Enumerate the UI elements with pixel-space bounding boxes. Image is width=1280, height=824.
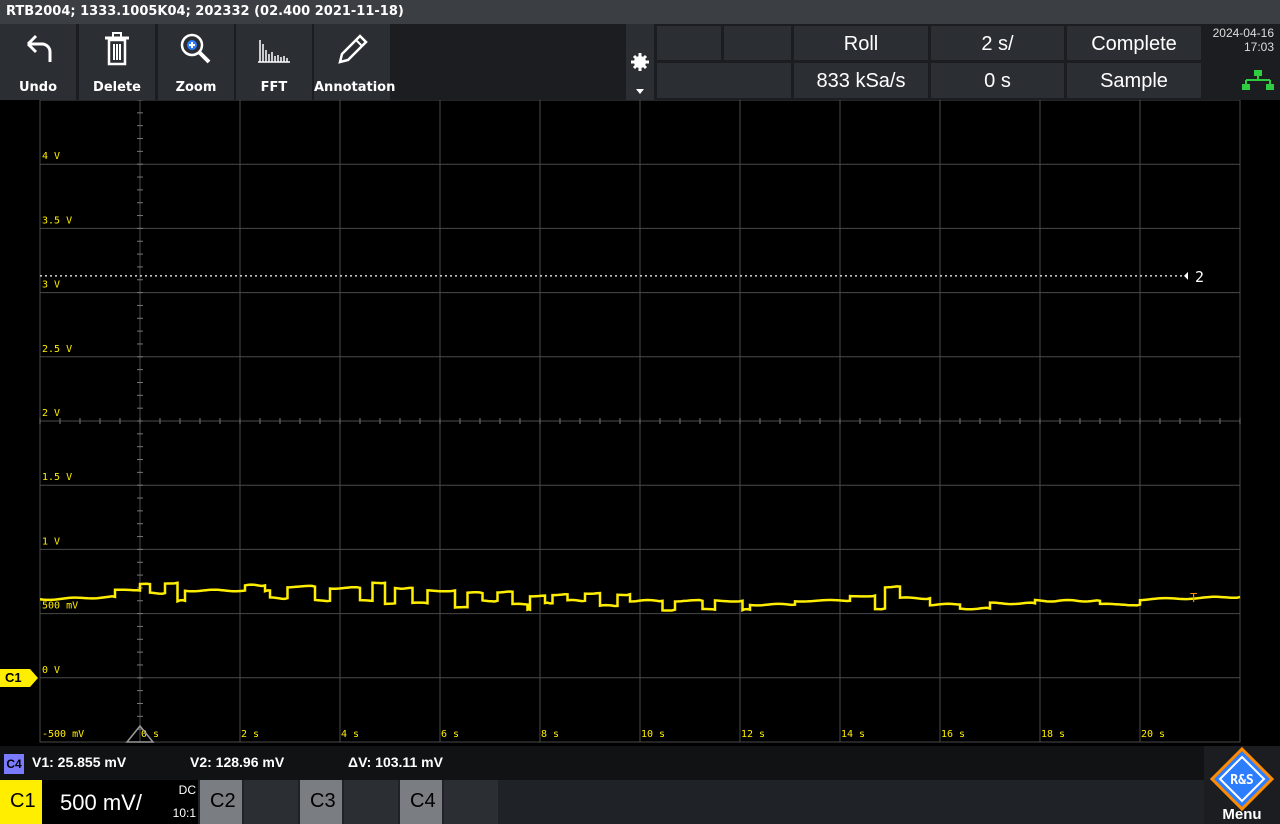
x-tick-label: 14 s [841,729,865,740]
annotation-label: Annotation [314,80,396,95]
y-axis-labels: 4 V 3.5 V 3 V 2.5 V 2 V 1.5 V 1 V 500 mV 0 V -500… [42,151,84,740]
ch1-probe: 10:1 [172,806,196,820]
v2-readout: V2: 128.96 mV [190,754,285,770]
ch3-name: C3 [310,790,336,812]
x-tick-label: 2 s [241,729,259,740]
level-cursor-arrow-icon [1184,271,1188,280]
waveform-plot: 4 V 3.5 V 3 V 2.5 V 2 V 1.5 V 1 V 500 mV 0 V -500… [39,99,1241,743]
fft-label: FFT [260,80,288,95]
ch3-settings[interactable] [344,780,398,824]
x-tick-label: 12 s [741,729,765,740]
dropdown-arrow-icon [636,89,644,94]
x-tick-label: 10 s [641,729,665,740]
ch4-settings[interactable] [444,780,498,824]
time-label: 17:03 [1243,40,1274,54]
y-tick-label: 4 V [42,151,60,162]
measurement-channel-badge[interactable]: C4 [4,754,24,774]
y-tick-label: 2 V [42,408,60,419]
fft-button[interactable]: FFT [236,24,312,100]
x-tick-label: 18 s [1041,729,1065,740]
x-tick-label: 4 s [341,729,359,740]
rohde-schwarz-logo-icon: R&S [1209,746,1275,812]
x-axis-labels: 0 s2 s4 s6 s8 s 10 s 12 s 14 s 16 s 18 s 20 s [141,729,1165,740]
y-tick-label: -500 mV [42,729,84,740]
status-blank-3 [657,63,791,98]
svg-text:R&S: R&S [1230,773,1254,788]
ch1-coupling: DC [178,783,196,797]
sample-rate-cell[interactable]: 833 kSa/s [794,63,928,98]
time-offset-cell[interactable]: 0 s [931,63,1064,98]
mode-cell[interactable]: Roll [794,26,928,60]
zoom-button[interactable]: Zoom [158,24,234,100]
datetime: 2024-04-16 17:03 [1204,24,1280,100]
ch1-marker-label: C1 [5,669,22,685]
gear-icon [631,53,649,71]
x-tick-label: 16 s [941,729,965,740]
measurement-bar: C4 V1: 25.855 mV V2: 128.96 mV ΔV: 103.1… [0,746,1280,780]
ch1-name: C1 [10,790,36,812]
y-tick-label: 0 V [42,665,60,676]
waveform-display[interactable]: 4 V 3.5 V 3 V 2.5 V 2 V 1.5 V 1 V 500 mV 0 V -500… [0,99,1280,746]
zoom-icon [180,33,211,64]
y-tick-label: 3.5 V [42,215,72,226]
undo-button[interactable]: Undo [0,24,76,100]
graticule [39,99,1241,743]
timebase-cell[interactable]: 2 s/ [931,26,1064,60]
x-tick-label: 20 s [1141,729,1165,740]
window-title: RTB2004; 1333.1005K04; 202332 (02.400 20… [0,0,1280,24]
v1-readout: V1: 25.855 mV [32,754,127,770]
zoom-label: Zoom [175,80,217,95]
delete-label: Delete [93,80,141,95]
ch1-scale: 500 mV/ [60,790,142,815]
ch3-tab[interactable]: C3 [300,780,342,824]
pencil-icon [338,34,368,64]
fft-spectrum-icon [258,40,290,63]
settings-button[interactable] [626,24,654,100]
ch1-settings[interactable]: 500 mV/ DC 10:1 [42,780,198,824]
ch4-name: C4 [410,790,436,812]
menu-button[interactable]: R&S Menu [1204,746,1280,824]
y-tick-label: 2.5 V [42,344,72,355]
date-label: 2024-04-16 [1212,26,1274,40]
acq-mode-cell[interactable]: Sample [1067,63,1201,98]
delta-v-readout: ΔV: 103.11 mV [348,754,443,770]
delete-button[interactable]: Delete [79,24,155,100]
network-icon [1242,70,1274,90]
undo-label: Undo [18,80,58,95]
x-tick-label: 6 s [441,729,459,740]
ch1-tab[interactable]: C1 [0,780,42,824]
level-cursor-label: 2 [1195,268,1204,286]
y-tick-label: 1.5 V [42,472,72,483]
x-tick-label: 8 s [541,729,559,740]
ch2-settings[interactable] [244,780,298,824]
y-tick-label: 500 mV [42,601,78,612]
acq-state-cell[interactable]: Complete [1067,26,1201,60]
status-blank-1 [657,26,721,60]
menu-label: Menu [1222,806,1262,823]
ch1-offset-marker[interactable]: C1 [0,668,38,687]
ch4-tab[interactable]: C4 [400,780,442,824]
trash-icon [105,32,129,66]
trigger-level-marker[interactable]: T [1190,591,1197,605]
annotation-button[interactable]: Annotation [314,24,396,100]
y-tick-label: 1 V [42,536,60,547]
y-tick-label: 3 V [42,280,60,291]
ch2-name: C2 [210,790,236,812]
status-blank-2 [724,26,791,60]
ch2-tab[interactable]: C2 [200,780,242,824]
undo-icon [26,34,52,62]
